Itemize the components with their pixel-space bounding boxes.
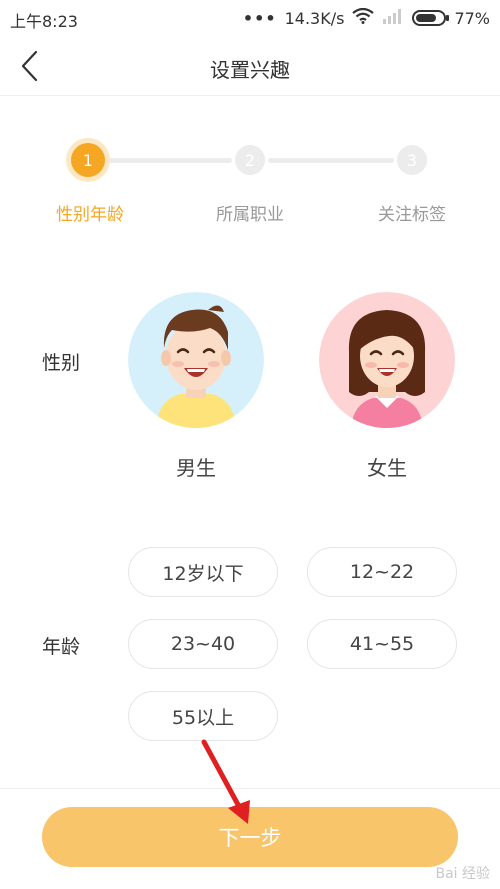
wifi-icon <box>352 7 375 28</box>
battery-percent: 77% <box>454 8 490 28</box>
red-arrow-icon <box>201 739 250 824</box>
step-2-label: 所属职业 <box>216 205 284 225</box>
status-right: ••• 14.3K/s 77% <box>243 7 490 29</box>
step-1-number: 1 <box>82 150 94 170</box>
battery-icon <box>412 10 450 26</box>
step-connector-1 <box>106 158 232 163</box>
page-title: 设置兴趣 <box>210 58 290 82</box>
header: 设置兴趣 <box>0 36 500 96</box>
gender-option-male[interactable]: 男生 <box>128 292 264 481</box>
status-time: 上午8:23 <box>10 12 78 31</box>
more-dots: ••• <box>242 8 277 28</box>
age-option-under-12[interactable]: 12岁以下 <box>128 547 278 597</box>
age-label: 年龄 <box>42 636 81 658</box>
battery-fill <box>416 14 437 22</box>
step-connector-2 <box>268 158 394 163</box>
gender-option-female[interactable]: 女生 <box>319 292 455 481</box>
step-1-circle: 1 <box>71 143 105 177</box>
gender-label: 性别 <box>42 352 81 374</box>
step-3-circle: 3 <box>397 145 427 175</box>
step-3-label: 关注标签 <box>378 205 446 225</box>
step-2-number: 2 <box>244 150 256 170</box>
age-option-12-22[interactable]: 12~22 <box>307 547 457 597</box>
status-bar: 上午8:23 ••• 14.3K/s 77% <box>0 0 500 36</box>
age-option-23-40[interactable]: 23~40 <box>128 619 278 669</box>
male-caption: 男生 <box>176 456 216 480</box>
step-indicator: 1 2 3 性别年龄 所属职业 关注标签 <box>0 140 500 230</box>
step-2-circle: 2 <box>235 145 265 175</box>
female-caption: 女生 <box>367 456 407 480</box>
network-speed: 14.3K/s <box>284 8 345 28</box>
step-1-label: 性别年龄 <box>56 205 124 225</box>
watermark: Bai 经验 <box>435 866 490 882</box>
female-avatar <box>319 292 455 428</box>
male-avatar <box>128 292 264 428</box>
signal-icon <box>382 8 404 28</box>
age-option-over-55[interactable]: 55以上 <box>128 691 278 741</box>
age-option-41-55[interactable]: 41~55 <box>307 619 457 669</box>
step-3-number: 3 <box>406 150 418 170</box>
